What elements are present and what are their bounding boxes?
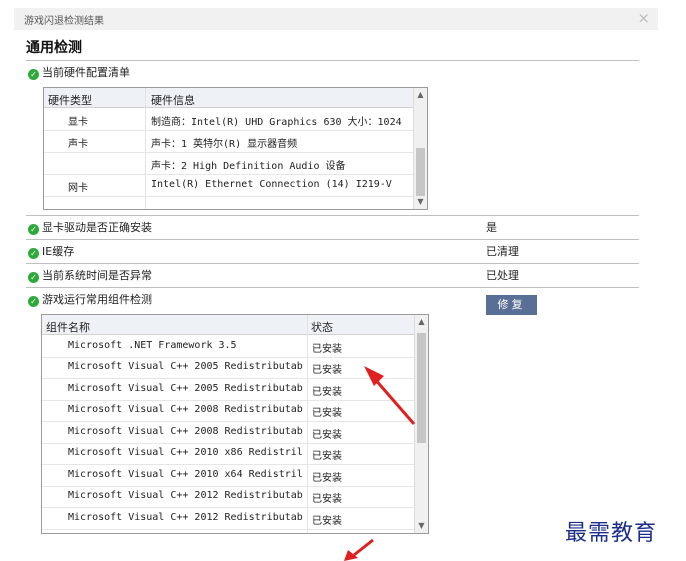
check-ok-icon: ✓ — [28, 272, 39, 283]
divider — [26, 239, 639, 240]
component-status-cell: 已安装 — [312, 387, 342, 398]
check-ok-icon: ✓ — [28, 248, 39, 259]
component-status-cell: 已安装 — [312, 451, 342, 462]
component-status-cell: 已安装 — [312, 408, 342, 419]
scroll-up-icon[interactable]: ▲ — [415, 315, 428, 329]
scroll-down-icon[interactable]: ▼ — [415, 519, 428, 533]
divider — [26, 215, 639, 216]
check-label: 游戏运行常用组件检测 — [42, 293, 152, 306]
divider — [26, 263, 639, 264]
table-row[interactable]: Microsoft Visual C++ 2012 Redistributab … — [42, 486, 414, 508]
hardware-info-cell: 制造商：Intel(R) UHD Graphics 630 大小：1024 — [151, 117, 402, 128]
column-header-name[interactable]: 组件名称 — [46, 319, 90, 335]
check-label: IE缓存 — [42, 245, 75, 258]
hardware-info-cell: Intel(R) Ethernet Connection (14) I219-V — [151, 179, 392, 190]
component-status-cell: 已安装 — [312, 430, 342, 441]
components-scrollbar[interactable]: ▲ ▼ — [414, 315, 428, 533]
component-name-cell: Microsoft Visual C++ 2008 Redistributab — [68, 426, 303, 437]
component-name-cell: Microsoft Visual C++ 2005 Redistributab — [68, 361, 303, 372]
page-title: 通用检测 — [26, 40, 82, 56]
check-ok-icon: ✓ — [28, 296, 39, 307]
hardware-info-cell: 声卡：2 High Definition Audio 设备 — [151, 161, 346, 172]
table-row[interactable]: 显卡 制造商：Intel(R) UHD Graphics 630 大小：1024 — [44, 109, 413, 131]
table-row[interactable]: Microsoft Visual C++ 2008 Redistributab … — [42, 422, 414, 444]
component-status-cell: 已安装 — [312, 365, 342, 376]
check-row-system-time: ✓ 当前系统时间是否异常 — [28, 268, 152, 284]
components-table[interactable]: 组件名称 状态 Microsoft .NET Framework 3.5 已安装… — [41, 314, 429, 534]
hardware-info-cell: 声卡：1 英特尔(R) 显示器音频 — [151, 139, 298, 150]
check-label: 显卡驱动是否正确安装 — [42, 221, 152, 234]
hardware-type-cell: 显卡 — [68, 117, 88, 128]
close-icon[interactable]: × — [637, 9, 650, 27]
component-name-cell: Microsoft Visual C++ 2012 Redistributab — [68, 490, 303, 501]
window-title: 游戏闪退检测结果 — [24, 16, 104, 27]
check-label: 当前系统时间是否异常 — [42, 269, 152, 282]
check-ok-icon: ✓ — [28, 69, 39, 80]
component-status-cell: 已安装 — [312, 473, 342, 484]
hardware-table-header: 硬件类型 硬件信息 — [44, 88, 413, 108]
table-row[interactable]: 网卡 Intel(R) Ethernet Connection (14) I21… — [44, 175, 413, 197]
table-row[interactable]: Microsoft Visual C++ 2008 Redistributab … — [42, 400, 414, 422]
scroll-thumb[interactable] — [417, 333, 426, 443]
components-table-header: 组件名称 状态 — [42, 315, 414, 335]
divider — [26, 287, 639, 288]
check-value-ie-cache: 已清理 — [486, 245, 519, 258]
component-name-cell: Microsoft Visual C++ 2010 x86 Redistril — [68, 447, 303, 458]
scroll-up-icon[interactable]: ▲ — [414, 88, 427, 102]
hardware-type-cell: 声卡 — [68, 139, 88, 150]
check-row-components: ✓ 游戏运行常用组件检测 — [28, 292, 152, 308]
table-row[interactable]: Microsoft Visual C++ 2010 x86 Redistril … — [42, 443, 414, 465]
title-bar: 游戏闪退检测结果 × — [14, 8, 658, 30]
table-row[interactable]: Microsoft .NET Framework 3.5 已安装 — [42, 336, 414, 358]
table-row[interactable]: 声卡 声卡：1 英特尔(R) 显示器音频 — [44, 131, 413, 153]
column-header-status[interactable]: 状态 — [311, 319, 333, 335]
check-value-driver: 是 — [486, 221, 497, 234]
hardware-table[interactable]: 硬件类型 硬件信息 显卡 制造商：Intel(R) UHD Graphics 6… — [43, 87, 428, 210]
hardware-type-cell: 网卡 — [68, 183, 88, 194]
component-name-cell: Microsoft Visual C++ 2012 Redistributab — [68, 512, 303, 523]
table-row[interactable]: Microsoft Visual C++ 2005 Redistributab … — [42, 379, 414, 401]
table-row[interactable]: Microsoft Visual C++ 2005 Redistributab … — [42, 357, 414, 379]
table-row[interactable]: Microsoft Visual C++ 2010 x64 Redistril … — [42, 465, 414, 487]
check-row-driver: ✓ 显卡驱动是否正确安装 — [28, 220, 152, 236]
component-name-cell: Microsoft Visual C++ 2008 Redistributab — [68, 404, 303, 415]
component-name-cell: Microsoft Visual C++ 2010 x64 Redistril — [68, 469, 303, 480]
check-row-ie-cache: ✓ IE缓存 — [28, 244, 74, 260]
divider — [26, 60, 639, 61]
scroll-down-icon[interactable]: ▼ — [414, 195, 427, 209]
scroll-thumb[interactable] — [416, 148, 425, 196]
component-name-cell: Microsoft Visual C++ 2005 Redistributab — [68, 383, 303, 394]
repair-button[interactable]: 修复 — [486, 295, 537, 315]
hardware-list-label: ✓ 当前硬件配置清单 — [28, 65, 130, 81]
component-status-cell: 已安装 — [312, 516, 342, 527]
component-status-cell: 已安装 — [312, 494, 342, 505]
red-arrow-icon — [344, 538, 374, 561]
column-header-type[interactable]: 硬件类型 — [48, 92, 92, 108]
check-ok-icon: ✓ — [28, 224, 39, 235]
watermark-logo: 最需教育 — [565, 521, 658, 546]
table-row[interactable]: Microsoft Visual C++ 2012 Redistributab … — [42, 508, 414, 530]
column-header-info[interactable]: 硬件信息 — [151, 92, 195, 108]
component-status-cell: 已安装 — [312, 344, 342, 355]
component-name-cell: Microsoft .NET Framework 3.5 — [68, 340, 237, 351]
check-value-system-time: 已处理 — [486, 269, 519, 282]
table-row[interactable]: 声卡：2 High Definition Audio 设备 — [44, 153, 413, 175]
hardware-scrollbar[interactable]: ▲ ▼ — [413, 88, 427, 209]
hardware-list-text: 当前硬件配置清单 — [42, 66, 130, 79]
